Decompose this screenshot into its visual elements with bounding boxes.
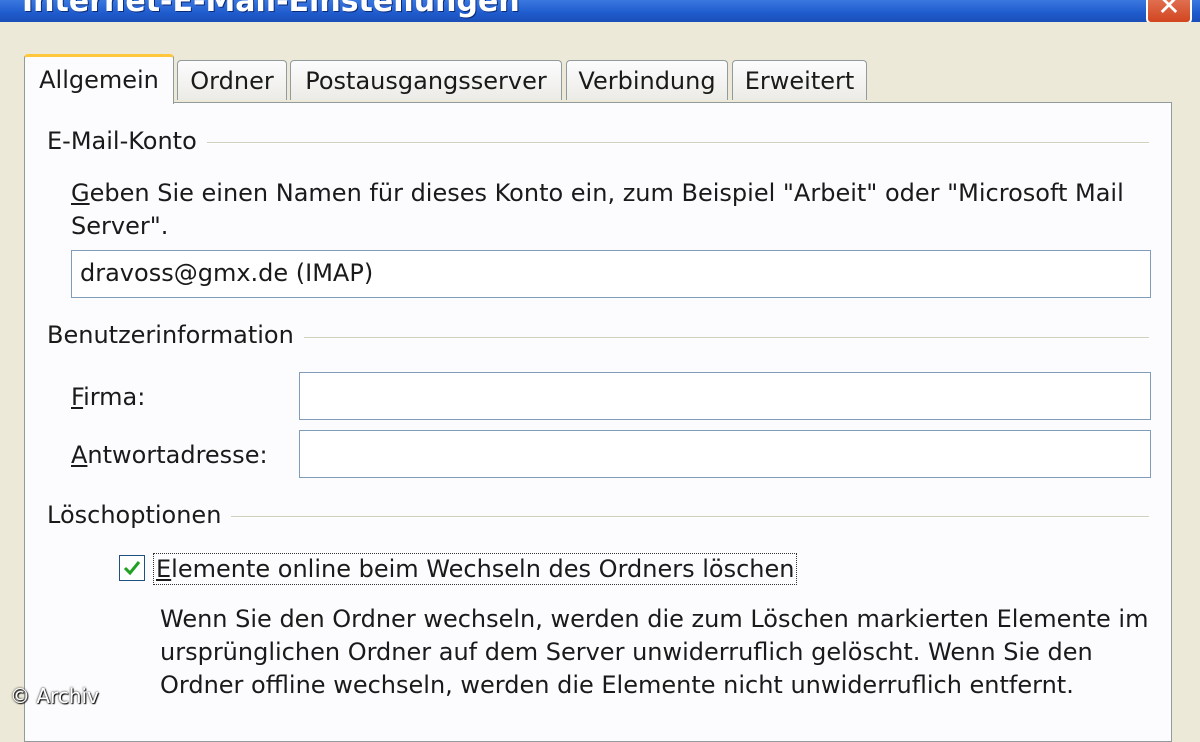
section-title-email-account: E-Mail-Konto (47, 127, 207, 155)
mnemonic-g: G (71, 179, 90, 207)
tab-postausgangsserver[interactable]: Postausgangsserver (290, 60, 562, 100)
close-button[interactable]: ✕ (1146, 0, 1192, 22)
dialog-body: Allgemein Ordner Postausgangsserver Verb… (0, 22, 1200, 742)
account-name-input[interactable]: dravoss@gmx.de (IMAP) (71, 250, 1151, 298)
title-bar: Internet-E-Mail-Einstellungen ✕ (0, 0, 1200, 22)
account-instruction-line1: Geben Sie einen Namen für dieses Konto e… (71, 179, 1124, 207)
section-title-user-info: Benutzerinformation (47, 321, 304, 349)
reply-address-label: Antwortadresse: (71, 441, 268, 469)
checkmark-icon (123, 561, 141, 576)
delete-online-checkbox[interactable] (119, 555, 145, 581)
section-divider (205, 142, 1149, 144)
section-title-delete-options: Löschoptionen (47, 501, 232, 529)
delete-description-line1: Wenn Sie den Ordner wechseln, werden die… (160, 605, 1149, 633)
firma-input[interactable] (299, 372, 1151, 420)
tab-ordner[interactable]: Ordner (177, 60, 287, 100)
close-icon: ✕ (1157, 0, 1181, 22)
delete-online-checkbox-label[interactable]: Elemente online beim Wechseln des Ordner… (153, 553, 798, 585)
tab-verbindung[interactable]: Verbindung (566, 60, 728, 100)
tab-erweitert[interactable]: Erweitert (732, 60, 867, 100)
section-divider (230, 516, 1149, 518)
copyright-watermark: © Archiv (10, 684, 99, 708)
section-divider (297, 337, 1149, 339)
firma-label: Firma: (71, 383, 146, 411)
tab-allgemein[interactable]: Allgemein (24, 54, 174, 104)
tab-panel-allgemein: E-Mail-Konto Geben Sie einen Namen für d… (24, 102, 1172, 742)
delete-description-line2: ursprünglichen Ordner auf dem Server unw… (160, 638, 1093, 666)
delete-description-line3: Ordner offline wechseln, werden die Elem… (160, 671, 1074, 699)
window-title: Internet-E-Mail-Einstellungen (22, 0, 520, 19)
reply-address-input[interactable] (299, 430, 1151, 478)
account-instruction-line2: Server". (71, 212, 169, 240)
